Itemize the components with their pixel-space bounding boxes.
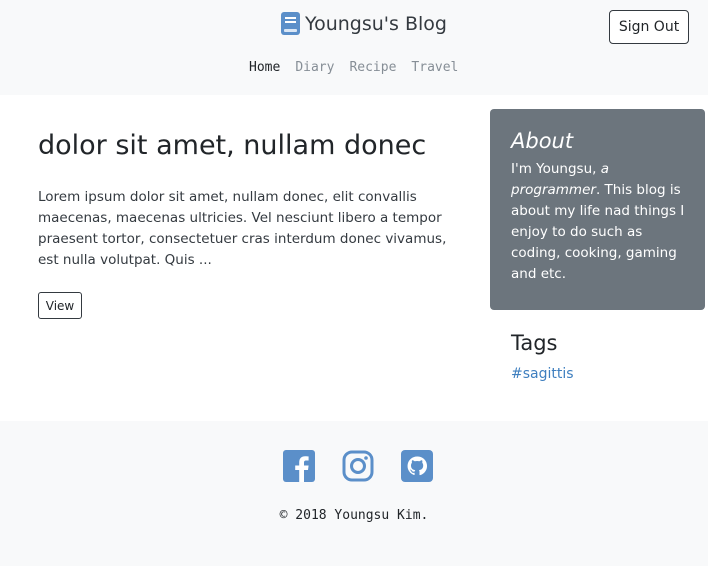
book-icon (281, 12, 300, 35)
facebook-icon[interactable] (283, 450, 315, 482)
about-title: About (511, 129, 574, 153)
view-post-button[interactable]: View (38, 292, 82, 319)
site-footer: © 2018 Youngsu Kim. (0, 421, 708, 566)
sign-out-button[interactable]: Sign Out (609, 10, 689, 44)
about-text-intro: I'm Youngsu, (511, 161, 601, 177)
post-excerpt: Lorem ipsum dolor sit amet, nullam donec… (38, 189, 447, 268)
about-card: About I'm Youngsu, a programmer. This bl… (490, 109, 705, 310)
main-nav: Home Diary Recipe Travel (249, 60, 458, 75)
nav-item-travel[interactable]: Travel (411, 60, 458, 75)
brand-link[interactable]: Youngsu's Blog (281, 12, 447, 35)
tags-title: Tags (511, 331, 558, 355)
post-title[interactable]: dolor sit amet, nullam donec (38, 130, 426, 161)
site-header: Youngsu's Blog Sign Out Home Diary Recip… (0, 0, 708, 95)
nav-item-diary[interactable]: Diary (295, 60, 334, 75)
social-links (283, 450, 433, 482)
about-text: I'm Youngsu, a programmer. This blog is … (511, 159, 685, 285)
github-icon[interactable] (401, 450, 433, 482)
nav-item-recipe[interactable]: Recipe (349, 60, 396, 75)
site-title: Youngsu's Blog (305, 12, 447, 35)
tag-link[interactable]: #sagittis (511, 366, 574, 382)
instagram-icon[interactable] (342, 450, 374, 482)
copyright-text: © 2018 Youngsu Kim. (279, 508, 429, 523)
nav-item-home[interactable]: Home (249, 60, 280, 75)
